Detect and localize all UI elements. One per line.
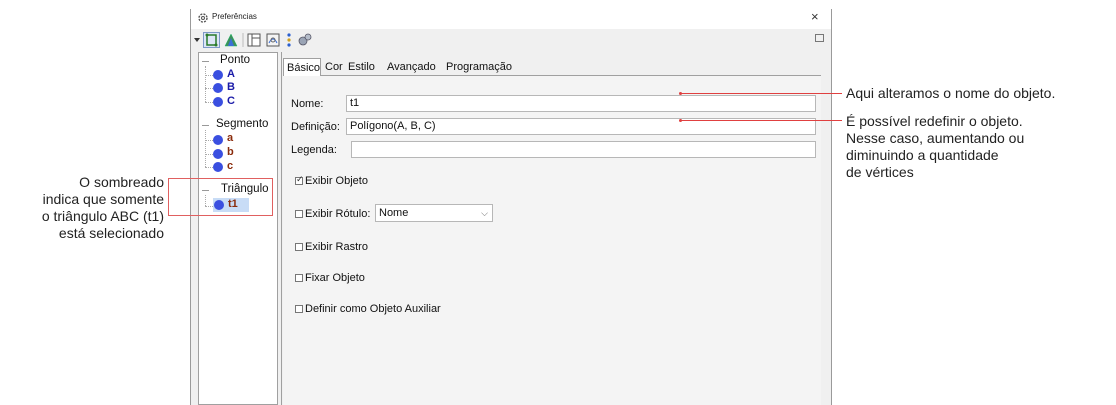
checkbox-icon [295,243,303,251]
definition-label: Definição: [291,121,340,133]
left-annotation-line: está selecionado [58,225,164,241]
segment-dot-icon [213,149,223,159]
left-annotation-line: indica que somente [42,191,164,207]
object-tree: Ponto A B C Segmento a b c Triângulo t1 [198,52,278,405]
tree-item-C[interactable]: C [227,95,235,107]
fix-object-label: Fixar Objeto [305,272,365,284]
tree-item-b[interactable]: b [227,146,234,158]
show-label-label: Exibir Rótulo: [305,208,371,220]
tab-avancado[interactable]: Avançado [384,58,439,76]
definition-annotation-line: Nesse caso, aumentando ou [846,130,1025,146]
definition-annotation-line: diminuindo a quantidade [846,147,999,163]
tree-collapse-handle[interactable] [202,61,209,62]
name-input[interactable]: t1 [346,95,816,112]
name-label: Nome: [291,98,324,110]
tree-group-ponto[interactable]: Ponto [220,54,250,66]
dock-icon[interactable] [815,34,824,42]
tree-connector [205,167,213,168]
annotation-leader-line [681,120,842,121]
chevron-down-icon: ⌵ [481,208,488,218]
highlight-box [168,178,273,216]
left-annotation-line: O sombreado [79,174,164,190]
gear-icon [198,13,208,23]
toolbar-separator [242,33,244,47]
layout-icon[interactable] [247,32,261,48]
tab-content-basico: Nome: t1 Definição: Polígono(A, B, C) Le… [283,75,821,405]
tab-cor[interactable]: Cor [322,58,346,76]
move-tool-icon[interactable] [203,32,220,48]
tab-programacao[interactable]: Programação [443,58,515,76]
checkbox-icon [295,210,303,218]
definition-annotation: É possível redefinir o objeto. Nesse cas… [846,113,1024,181]
show-trace-checkbox[interactable]: Exibir Rastro [295,241,368,253]
tree-connector [205,140,213,141]
tree-connector [205,154,213,155]
definition-annotation-line: É possível redefinir o objeto. [846,113,1023,129]
tree-connector [205,102,213,103]
tree-group-segmento[interactable]: Segmento [216,118,268,130]
close-icon[interactable]: × [811,10,819,24]
caption-input[interactable] [351,141,816,158]
title-bar: Preferências × [191,9,831,29]
tree-collapse-handle[interactable] [202,125,209,126]
tree-item-c[interactable]: c [227,160,233,172]
checkbox-checked-icon [295,174,304,185]
fix-object-checkbox[interactable]: Fixar Objeto [295,272,365,284]
show-label-checkbox[interactable]: Exibir Rótulo: [295,208,370,220]
tree-item-B[interactable]: B [227,81,235,93]
label-mode-select[interactable]: Nome ⌵ [375,204,493,222]
name-annotation: Aqui alteramos o nome do objeto. [846,85,1056,101]
label-mode-value: Nome [379,207,409,219]
tree-connector [205,75,213,76]
show-object-label: Exibir Objeto [305,175,368,187]
left-annotation: O sombreado indica que somente o triângu… [0,174,164,242]
tab-basico[interactable]: Básico [283,58,321,76]
point-dot-icon [213,83,223,93]
menu-arrow-icon[interactable] [193,32,201,48]
settings-icon[interactable] [297,32,313,48]
toolbar [191,29,831,51]
tree-item-A[interactable]: A [227,68,235,80]
tree-connector [205,130,206,167]
tab-estilo[interactable]: Estilo [345,58,378,76]
tree-connector [205,88,213,89]
caption-label: Legenda: [291,144,337,156]
tree-item-a[interactable]: a [227,132,233,144]
auxiliary-label: Definir como Objeto Auxiliar [305,303,441,315]
dots-icon[interactable] [285,32,293,48]
checkbox-icon [295,274,303,282]
tree-connector [205,66,206,102]
show-trace-label: Exibir Rastro [305,241,368,253]
segment-dot-icon [213,135,223,145]
point-dot-icon [213,97,223,107]
checkbox-icon [295,305,303,313]
left-annotation-line: o triângulo ABC (t1) [41,208,164,224]
window-title: Preferências [212,12,257,21]
preferences-window: Preferências × Ponto A B C Segmento a b … [190,9,832,405]
point-dot-icon [213,70,223,80]
annotation-leader-line [681,93,842,94]
definition-annotation-line: de vértices [846,164,914,180]
segment-dot-icon [213,162,223,172]
show-object-checkbox[interactable]: Exibir Objeto [295,174,368,187]
auxiliary-checkbox[interactable]: Definir como Objeto Auxiliar [295,303,441,315]
triangle-tool-icon[interactable] [223,32,239,48]
graphics-icon[interactable] [266,32,280,48]
